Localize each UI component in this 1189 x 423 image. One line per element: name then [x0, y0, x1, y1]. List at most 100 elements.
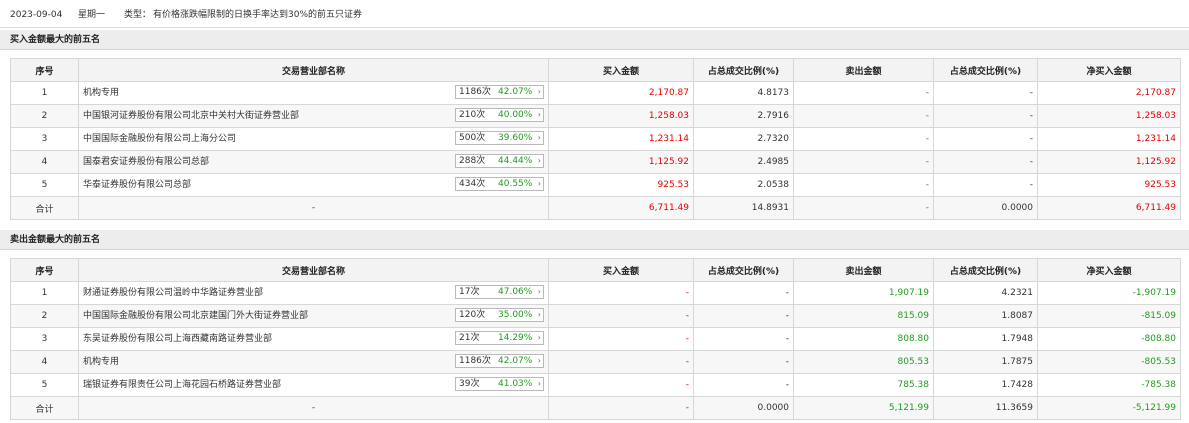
branch-wrap: 中国银河证券股份有限公司北京中关村大街证券营业部 210次 40.00% › [80, 106, 548, 127]
win-rate: 47.06% [498, 287, 533, 297]
history-count-badge[interactable]: 17次 47.06% › [455, 285, 544, 299]
chevron-right-icon: › [537, 287, 541, 296]
total-net: -5,121.99 [1037, 396, 1181, 420]
branch-name-link[interactable]: 华泰证券股份有限公司总部 [83, 178, 191, 192]
table-row: 3 东吴证券股份有限公司上海西藏南路证券营业部 21次 14.29% › - -808.80… [10, 327, 1181, 351]
chevron-right-icon: › [537, 379, 541, 388]
net-buy-amount: -805.53 [1037, 350, 1181, 374]
total-label: 合计 [10, 196, 79, 220]
branch-wrap: 中国国际金融股份有限公司北京建国门外大街证券营业部 120次 35.00% › [80, 306, 548, 327]
history-count-badge[interactable]: 1186次 42.07% › [455, 354, 544, 368]
table-row: 1 机构专用 1186次 42.07% › 2,170.87 4.8173- -2,170.8… [10, 81, 1181, 105]
branch-name-link[interactable]: 财通证券股份有限公司温岭中华路证券营业部 [83, 286, 263, 300]
table-row: 5 华泰证券股份有限公司总部 434次 40.55% › 925.53 2.0538- -92… [10, 173, 1181, 197]
history-count-badge[interactable]: 120次 35.00% › [455, 308, 544, 322]
total-buy-ratio: 0.0000 [693, 396, 794, 420]
sell-ratio: 1.7428 [933, 373, 1038, 397]
total-branch: - [78, 196, 549, 220]
sell-amount: 785.38 [793, 373, 934, 397]
branch-name-link[interactable]: 机构专用 [83, 355, 119, 369]
sell-ratio: - [933, 173, 1038, 197]
sell-amount: 815.09 [793, 304, 934, 328]
col-index: 序号 [10, 58, 79, 82]
win-rate: 40.55% [498, 179, 533, 189]
row-index: 1 [10, 281, 79, 305]
total-label: 合计 [10, 396, 79, 420]
sell-amount: - [793, 104, 934, 128]
sell-top5-table: 序号 交易营业部名称 买入金额 占总成交比例(%) 卖出金额 占总成交比例(%)… [10, 258, 1181, 420]
buy-amount: - [548, 281, 694, 305]
win-rate: 39.60% [498, 133, 533, 143]
history-count-badge[interactable]: 434次 40.55% › [455, 177, 544, 191]
branch-cell: 中国国际金融股份有限公司北京建国门外大街证券营业部 120次 35.00% › [78, 304, 549, 328]
chevron-right-icon: › [537, 110, 541, 119]
chevron-right-icon: › [537, 133, 541, 142]
row-index: 5 [10, 173, 79, 197]
chevron-right-icon: › [537, 87, 541, 96]
sell-amount: - [793, 127, 934, 151]
history-count-badge[interactable]: 210次 40.00% › [455, 108, 544, 122]
branch-cell: 东吴证券股份有限公司上海西藏南路证券营业部 21次 14.29% › [78, 327, 549, 351]
total-buy: 6,711.49 [548, 196, 694, 220]
buy-amount: - [548, 350, 694, 374]
branch-name-link[interactable]: 机构专用 [83, 86, 119, 100]
sell-amount: 1,907.19 [793, 281, 934, 305]
listing-count: 1186次 [459, 87, 491, 97]
branch-wrap: 中国国际金融股份有限公司上海分公司 500次 39.60% › [80, 129, 548, 150]
branch-name-link[interactable]: 瑞银证券有限责任公司上海花园石桥路证券营业部 [83, 378, 281, 392]
row-index: 1 [10, 81, 79, 105]
branch-cell: 财通证券股份有限公司温岭中华路证券营业部 17次 47.06% › [78, 281, 549, 305]
total-branch: - [78, 396, 549, 420]
buy-amount: 1,258.03 [548, 104, 694, 128]
sell-ratio: - [933, 104, 1038, 128]
table-header-row: 序号 交易营业部名称 买入金额 占总成交比例(%) 卖出金额 占总成交比例(%)… [10, 258, 1181, 282]
history-count-badge[interactable]: 500次 39.60% › [455, 131, 544, 145]
total-buy: - [548, 396, 694, 420]
branch-wrap: 瑞银证券有限责任公司上海花园石桥路证券营业部 39次 41.03% › [80, 375, 548, 396]
row-index: 4 [10, 150, 79, 174]
sell-ratio: 1.7948 [933, 327, 1038, 351]
history-count-badge[interactable]: 39次 41.03% › [455, 377, 544, 391]
history-count-badge[interactable]: 1186次 42.07% › [455, 85, 544, 99]
sell-amount: - [793, 150, 934, 174]
buy-ratio: 2.7320 [693, 127, 794, 151]
branch-wrap: 国泰君安证券股份有限公司总部 288次 44.44% › [80, 152, 548, 173]
table-row: 3 中国国际金融股份有限公司上海分公司 500次 39.60% › 1,231.14 2.7… [10, 127, 1181, 151]
branch-name-link[interactable]: 国泰君安证券股份有限公司总部 [83, 155, 209, 169]
net-buy-amount: -815.09 [1037, 304, 1181, 328]
buy-ratio: - [693, 350, 794, 374]
total-sell-ratio: 0.0000 [933, 196, 1038, 220]
branch-cell: 华泰证券股份有限公司总部 434次 40.55% › [78, 173, 549, 197]
chevron-right-icon: › [537, 179, 541, 188]
win-rate: 41.03% [498, 379, 533, 389]
sell-ratio: 1.7875 [933, 350, 1038, 374]
chevron-right-icon: › [537, 156, 541, 165]
listing-count: 500次 [459, 133, 486, 143]
buy-ratio: - [693, 281, 794, 305]
branch-name-link[interactable]: 中国国际金融股份有限公司北京建国门外大街证券营业部 [83, 309, 308, 323]
listing-count: 288次 [459, 156, 486, 166]
chevron-right-icon: › [537, 310, 541, 319]
branch-cell: 机构专用 1186次 42.07% › [78, 350, 549, 374]
net-buy-amount: 1,125.92 [1037, 150, 1181, 174]
col-index: 序号 [10, 258, 79, 282]
branch-name-link[interactable]: 东吴证券股份有限公司上海西藏南路证券营业部 [83, 332, 272, 346]
table-row: 4 机构专用 1186次 42.07% › - -805.53 1.7875 -805.53 [10, 350, 1181, 374]
win-rate: 40.00% [498, 110, 533, 120]
row-index: 5 [10, 373, 79, 397]
branch-name-link[interactable]: 中国银河证券股份有限公司北京中关村大街证券营业部 [83, 109, 299, 123]
col-buy-ratio: 占总成交比例(%) [693, 58, 794, 82]
col-sell-ratio: 占总成交比例(%) [933, 58, 1038, 82]
row-index: 2 [10, 304, 79, 328]
branch-name-link[interactable]: 中国国际金融股份有限公司上海分公司 [83, 132, 236, 146]
history-count-badge[interactable]: 21次 14.29% › [455, 331, 544, 345]
win-rate: 42.07% [498, 356, 533, 366]
row-index: 2 [10, 104, 79, 128]
sell-ratio: - [933, 81, 1038, 105]
sell-ratio: - [933, 127, 1038, 151]
branch-cell: 中国国际金融股份有限公司上海分公司 500次 39.60% › [78, 127, 549, 151]
history-count-badge[interactable]: 288次 44.44% › [455, 154, 544, 168]
listing-count: 39次 [459, 379, 480, 389]
branch-wrap: 华泰证券股份有限公司总部 434次 40.55% › [80, 175, 548, 196]
total-row: 合计 - -0.0000 5,121.99 11.3659 -5,121.99 [10, 396, 1181, 420]
